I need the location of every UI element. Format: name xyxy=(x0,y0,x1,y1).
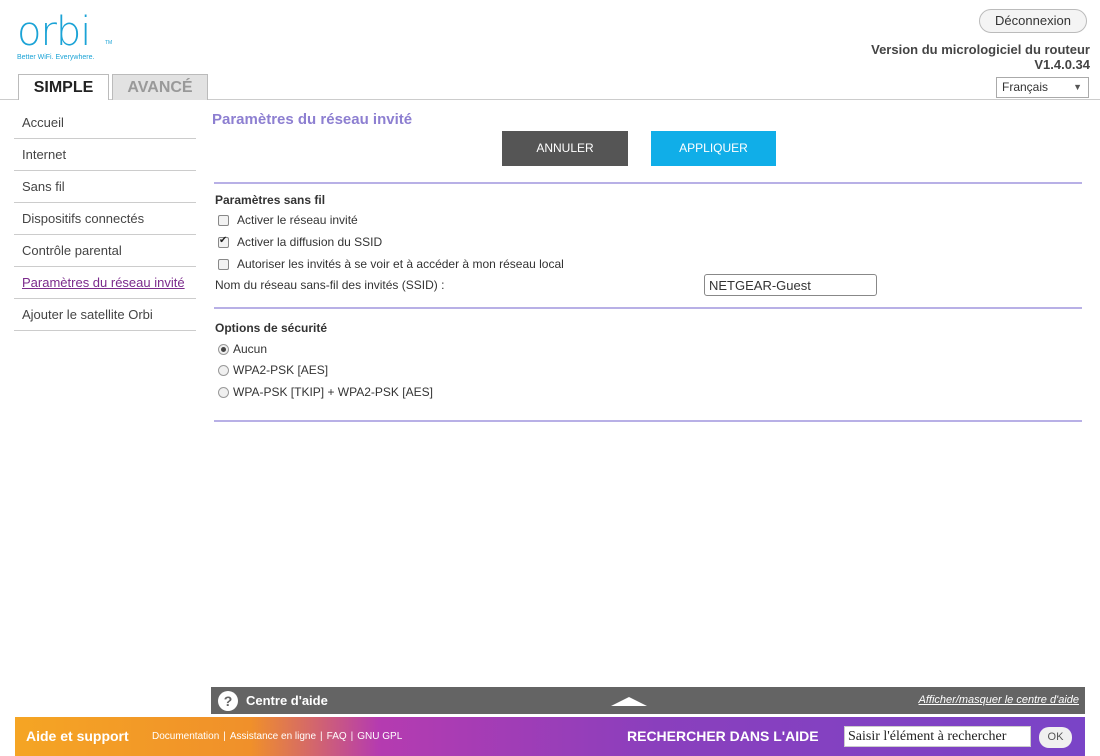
cancel-button[interactable]: ANNULER xyxy=(502,131,628,166)
help-search-label: RECHERCHER DANS L'AIDE xyxy=(627,728,819,744)
tab-simple[interactable]: SIMPLE xyxy=(18,74,109,100)
sidebar-item-home[interactable]: Accueil xyxy=(14,107,196,139)
sidebar-item-guest-network[interactable]: Paramètres du réseau invité xyxy=(14,267,196,299)
sidebar-nav: Accueil Internet Sans fil Dispositifs co… xyxy=(14,107,196,331)
link-separator: | xyxy=(223,731,226,742)
language-select[interactable]: Français ▼ xyxy=(996,77,1089,98)
security-option-none[interactable]: Aucun xyxy=(218,342,267,356)
ssid-input[interactable] xyxy=(704,274,877,296)
logo-wordmark: orbi xyxy=(17,9,91,55)
footer-link-gpl[interactable]: GNU GPL xyxy=(357,731,402,742)
footer-links: Documentation | Assistance en ligne | FA… xyxy=(152,731,402,742)
footer-link-faq[interactable]: FAQ xyxy=(327,731,347,742)
logo-tagline: Better WiFi. Everywhere. xyxy=(17,54,95,61)
security-wpa2-label: WPA2-PSK [AES] xyxy=(233,363,329,377)
firmware-label: Version du micrologiciel du routeur xyxy=(871,42,1090,57)
allow-local-access-checkbox[interactable] xyxy=(218,258,229,270)
question-icon: ? xyxy=(218,691,238,711)
sidebar-item-add-satellite[interactable]: Ajouter le satellite Orbi xyxy=(14,299,196,331)
wireless-section-title: Paramètres sans fil xyxy=(215,193,326,207)
ssid-label: Nom du réseau sans-fil des invités (SSID… xyxy=(215,278,445,292)
apply-button[interactable]: APPLIQUER xyxy=(651,131,776,166)
tab-advanced[interactable]: AVANCÉ xyxy=(112,74,208,100)
help-search-ok-button[interactable]: OK xyxy=(1039,727,1072,748)
link-separator: | xyxy=(320,731,323,742)
section-divider xyxy=(214,307,1082,309)
link-separator: | xyxy=(350,731,354,742)
security-section-title: Options de sécurité xyxy=(215,321,328,335)
broadcast-ssid-label: Activer la diffusion du SSID xyxy=(237,235,383,249)
sidebar-item-wireless[interactable]: Sans fil xyxy=(14,171,196,203)
security-option-wpa2[interactable]: WPA2-PSK [AES] xyxy=(218,363,328,377)
section-divider xyxy=(214,420,1082,422)
enable-guest-network-label: Activer le réseau invité xyxy=(237,213,358,227)
allow-local-access-label: Autoriser les invités à se voir et à acc… xyxy=(237,257,564,271)
language-value: Français xyxy=(1002,80,1049,94)
help-center-bar: ? Centre d'aide Afficher/masquer le cent… xyxy=(211,687,1085,714)
security-none-radio[interactable] xyxy=(218,343,229,355)
sidebar-item-parental-control[interactable]: Contrôle parental xyxy=(14,235,196,267)
sidebar-item-connected-devices[interactable]: Dispositifs connectés xyxy=(14,203,196,235)
enable-guest-network-option[interactable]: Activer le réseau invité xyxy=(218,213,358,227)
security-wpa-wpa2-label: WPA-PSK [TKIP] + WPA2-PSK [AES] xyxy=(233,385,433,399)
allow-local-access-option[interactable]: Autoriser les invités à se voir et à acc… xyxy=(218,257,564,271)
security-wpa2-radio[interactable] xyxy=(218,364,229,376)
support-footer: Aide et support Documentation | Assistan… xyxy=(15,717,1085,756)
chevron-down-icon: ▼ xyxy=(1073,82,1082,92)
help-toggle-link[interactable]: Afficher/masquer le centre d'aide xyxy=(919,694,1079,706)
broadcast-ssid-checkbox[interactable] xyxy=(218,235,229,248)
mode-tabs: SIMPLE AVANCÉ xyxy=(18,74,208,100)
page-title: Paramètres du réseau invité xyxy=(212,111,413,128)
section-divider xyxy=(214,182,1082,184)
footer-title: Aide et support xyxy=(26,728,129,744)
security-none-label: Aucun xyxy=(233,342,268,356)
expand-arrow-icon[interactable] xyxy=(611,697,647,706)
broadcast-ssid-option[interactable]: Activer la diffusion du SSID xyxy=(218,235,382,249)
security-option-wpa-wpa2[interactable]: WPA-PSK [TKIP] + WPA2-PSK [AES] xyxy=(218,385,433,399)
help-center-title: Centre d'aide xyxy=(246,693,328,708)
footer-link-online-support[interactable]: Assistance en ligne xyxy=(230,731,316,742)
help-search-input[interactable]: Saisir l'élément à rechercher xyxy=(844,726,1031,747)
security-wpa-wpa2-radio[interactable] xyxy=(218,386,229,398)
logo-tm: TM xyxy=(105,40,113,46)
footer-link-documentation[interactable]: Documentation xyxy=(152,731,219,742)
firmware-version: V1.4.0.34 xyxy=(1034,57,1090,72)
orbi-logo: orbi TM Better WiFi. Everywhere. xyxy=(17,9,112,61)
enable-guest-network-checkbox[interactable] xyxy=(218,214,229,226)
logout-button[interactable]: Déconnexion xyxy=(979,9,1087,33)
sidebar-item-internet[interactable]: Internet xyxy=(14,139,196,171)
